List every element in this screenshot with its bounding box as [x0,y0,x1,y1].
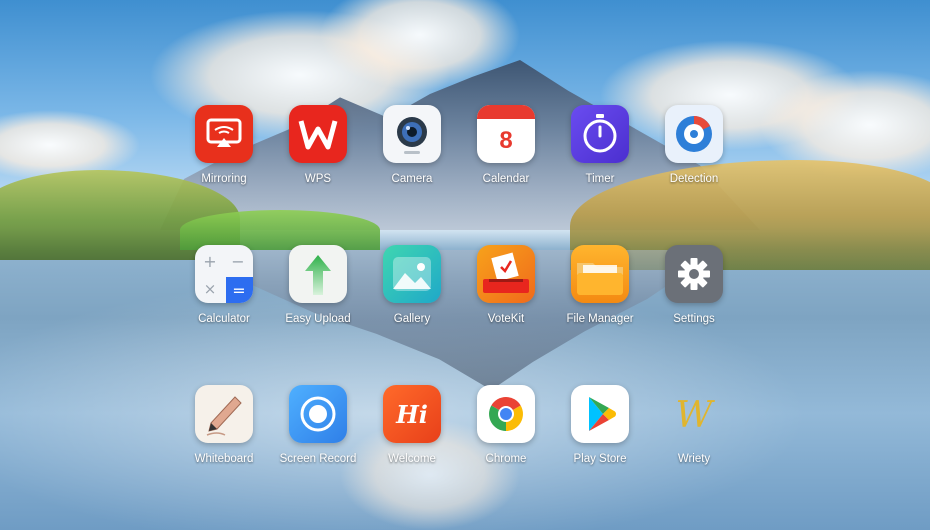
camera-icon [383,105,441,163]
detection-icon [665,105,723,163]
app-wriety[interactable]: W Wriety [639,385,749,465]
wps-icon [289,105,347,163]
calendar-day: 8 [499,127,512,154]
mirroring-icon [195,105,253,163]
app-settings[interactable]: Settings [639,245,749,325]
app-label: Detection [669,173,719,185]
wriety-logo-icon: W [665,385,723,443]
screen-record-icon [289,385,347,443]
svg-text:=: = [232,281,245,300]
gear-icon [665,245,723,303]
play-store-icon [571,385,629,443]
timer-icon [571,105,629,163]
folder-icon [571,245,629,303]
app-detection[interactable]: Detection [639,105,749,185]
svg-text:−: − [231,252,244,271]
whiteboard-pen-icon [195,385,253,443]
svg-text:+: + [203,252,216,271]
votekit-icon [477,245,535,303]
app-label: Wriety [677,453,711,465]
easy-upload-icon [289,245,347,303]
wriety-logo-letter: W [675,395,715,436]
svg-text:×: × [204,280,217,298]
app-label: Settings [673,313,715,325]
calendar-icon: 8 [477,105,535,163]
gallery-icon [383,245,441,303]
welcome-hi-icon: Hi [383,385,441,443]
calculator-icon: + − × = [195,245,253,303]
chrome-icon [477,385,535,443]
welcome-hi-text: Hi [395,400,428,429]
